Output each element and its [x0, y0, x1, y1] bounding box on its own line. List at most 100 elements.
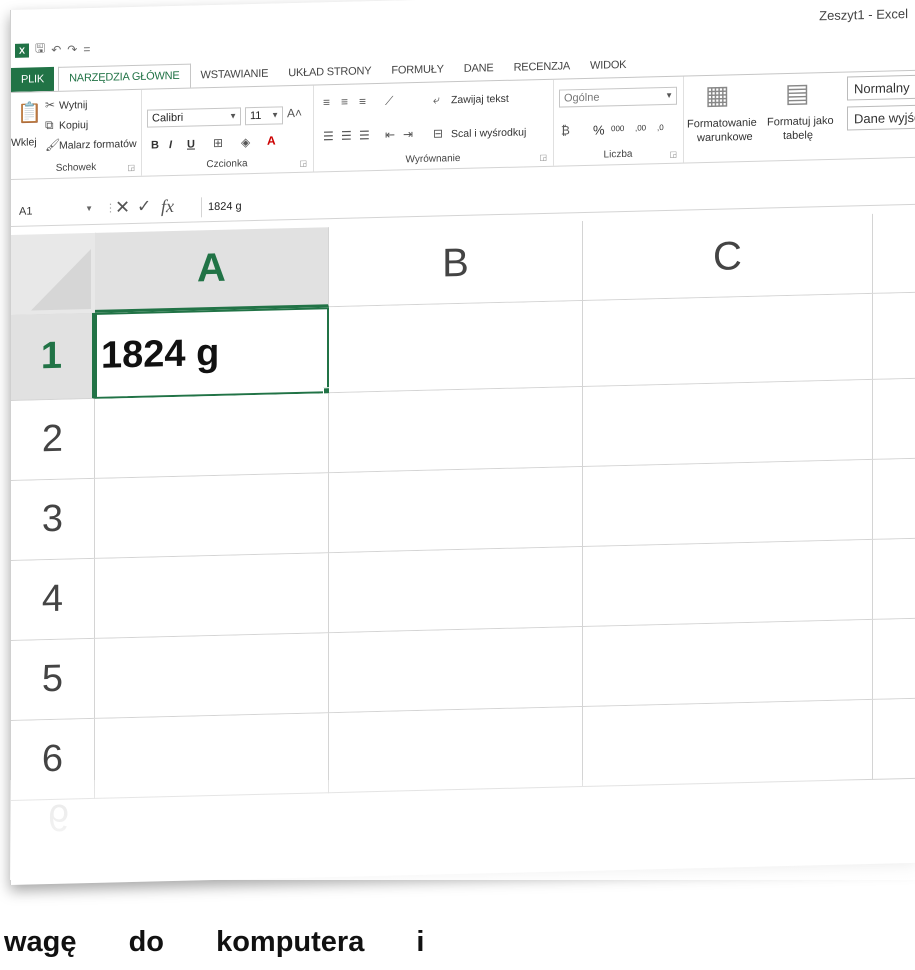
align-left-icon[interactable]: ☰	[323, 129, 334, 143]
cell-c5[interactable]	[583, 619, 873, 707]
cell-b1[interactable]	[329, 300, 583, 394]
paste-icon[interactable]: 📋	[17, 100, 42, 126]
conditional-formatting-icon[interactable]: ▦	[705, 79, 730, 111]
customize-qat-icon[interactable]: =	[83, 42, 90, 56]
column-header-b[interactable]: B	[329, 220, 583, 308]
cell-a6[interactable]	[95, 713, 329, 799]
format-as-table-label-2[interactable]: tabelę	[783, 129, 813, 142]
borders-icon[interactable]: ⊞	[213, 136, 223, 150]
format-painter-button[interactable]: Malarz formatów	[59, 138, 137, 152]
paste-button[interactable]: Wklej	[11, 136, 37, 149]
cell-c1[interactable]	[583, 293, 873, 387]
wrap-text-icon[interactable]: ⤶	[433, 92, 440, 107]
copy-button[interactable]: Kopiuj	[59, 119, 88, 132]
cell-a3[interactable]	[95, 473, 329, 559]
tab-file[interactable]: PLIK	[11, 66, 55, 92]
row-header-4[interactable]: 4	[11, 558, 95, 641]
font-group-label: Czcionka	[206, 158, 248, 171]
tab-data[interactable]: DANE	[454, 62, 504, 81]
row-header-1[interactable]: 1	[11, 312, 95, 401]
merge-center-button[interactable]: Scal i wyśrodkuj	[451, 126, 526, 140]
cell-d4[interactable]	[873, 538, 915, 620]
align-top-icon[interactable]: ≡	[323, 95, 330, 109]
column-header-c[interactable]: C	[583, 213, 873, 301]
conditional-formatting-label-1[interactable]: Formatowanie	[687, 117, 757, 131]
cut-icon[interactable]: ✂	[45, 98, 55, 112]
increase-decimal-button[interactable]: ,00	[635, 123, 646, 132]
save-icon[interactable]: 🖫	[35, 39, 45, 60]
insert-function-icon[interactable]: fx	[161, 196, 174, 217]
cell-d3[interactable]	[873, 458, 915, 540]
thousands-button[interactable]: 000	[611, 124, 624, 133]
row-header-3[interactable]: 3	[11, 478, 95, 561]
cell-c4[interactable]	[583, 539, 873, 627]
tab-review[interactable]: RECENZJA	[504, 60, 580, 80]
number-launcher-icon[interactable]: ◲	[669, 150, 677, 159]
style-normal[interactable]: Normalny	[847, 74, 915, 101]
name-box[interactable]: A1 ▼	[17, 200, 97, 222]
style-output[interactable]: Dane wyjśc	[847, 104, 915, 131]
cell-b4[interactable]	[329, 546, 583, 634]
redo-icon[interactable]: ↷	[67, 42, 77, 56]
bold-button[interactable]: B	[151, 139, 159, 151]
cell-a1[interactable]: 1824 g	[95, 307, 329, 399]
cell-d2[interactable]	[873, 378, 915, 460]
cell-c2[interactable]	[583, 379, 873, 467]
font-name-combo[interactable]: Calibri ▼	[147, 107, 241, 128]
row-header-5[interactable]: 5	[11, 638, 95, 721]
cell-c3[interactable]	[583, 459, 873, 547]
cell-b3[interactable]	[329, 466, 583, 554]
cell-a5[interactable]	[95, 633, 329, 719]
alignment-launcher-icon[interactable]: ◲	[539, 153, 547, 162]
orientation-icon[interactable]: ⟋	[385, 94, 393, 109]
font-color-icon[interactable]: A	[267, 134, 276, 148]
font-launcher-icon[interactable]: ◲	[299, 159, 307, 168]
row-header-2[interactable]: 2	[11, 398, 95, 481]
merge-center-icon[interactable]: ⊟	[433, 126, 443, 140]
font-size-value: 11	[250, 109, 262, 123]
cell-d5[interactable]	[873, 618, 915, 700]
italic-button[interactable]: I	[169, 139, 172, 151]
cell-c6[interactable]	[583, 699, 873, 787]
cell-a4[interactable]	[95, 553, 329, 639]
cell-d1[interactable]	[873, 292, 915, 380]
tab-insert[interactable]: WSTAWIANIE	[191, 67, 279, 87]
clipboard-launcher-icon[interactable]: ◲	[127, 163, 135, 172]
number-format-combo[interactable]: Ogólne ▼	[559, 86, 677, 108]
format-painter-icon[interactable]: 🖌	[45, 138, 60, 152]
enter-icon[interactable]: ✓	[137, 197, 151, 217]
tab-formulas[interactable]: FORMUŁY	[381, 63, 453, 83]
cell-b2[interactable]	[329, 386, 583, 474]
row-header-6[interactable]: 6	[11, 718, 95, 801]
increase-indent-icon[interactable]: ⇥	[403, 127, 413, 141]
align-center-icon[interactable]: ☰	[341, 129, 352, 143]
font-size-combo[interactable]: 11 ▼	[245, 106, 283, 126]
cell-a2[interactable]	[95, 393, 329, 479]
cell-b6[interactable]	[329, 706, 583, 794]
align-bottom-icon[interactable]: ≡	[359, 94, 366, 108]
format-as-table-icon[interactable]: ▤	[785, 77, 810, 109]
align-right-icon[interactable]: ☰	[359, 128, 370, 142]
column-header-d[interactable]	[873, 212, 915, 294]
decrease-decimal-button[interactable]: ,0	[657, 123, 664, 132]
decrease-indent-icon[interactable]: ⇤	[385, 128, 395, 142]
cell-b5[interactable]	[329, 626, 583, 714]
fill-color-icon[interactable]: ◈	[241, 135, 250, 149]
tab-view[interactable]: WIDOK	[580, 59, 636, 78]
copy-icon[interactable]: ⧉	[45, 118, 54, 133]
cut-button[interactable]: Wytnij	[59, 99, 88, 112]
select-all-button[interactable]	[11, 232, 96, 316]
currency-icon[interactable]: ₿	[561, 123, 570, 137]
column-header-a[interactable]: A	[95, 227, 329, 313]
cancel-icon[interactable]: ✕	[115, 197, 130, 218]
undo-icon[interactable]: ↶	[51, 42, 61, 56]
grow-font-icon[interactable]: A˄	[287, 106, 302, 120]
underline-button[interactable]: U	[187, 138, 195, 150]
format-as-table-label-1[interactable]: Formatuj jako	[767, 115, 834, 129]
wrap-text-button[interactable]: Zawijaj tekst	[451, 93, 509, 106]
formula-input[interactable]: 1824 g	[201, 180, 901, 218]
percent-button[interactable]: %	[593, 122, 605, 137]
cell-d6[interactable]	[873, 698, 915, 780]
conditional-formatting-label-2[interactable]: warunkowe	[697, 131, 753, 144]
align-middle-icon[interactable]: ≡	[341, 95, 348, 109]
